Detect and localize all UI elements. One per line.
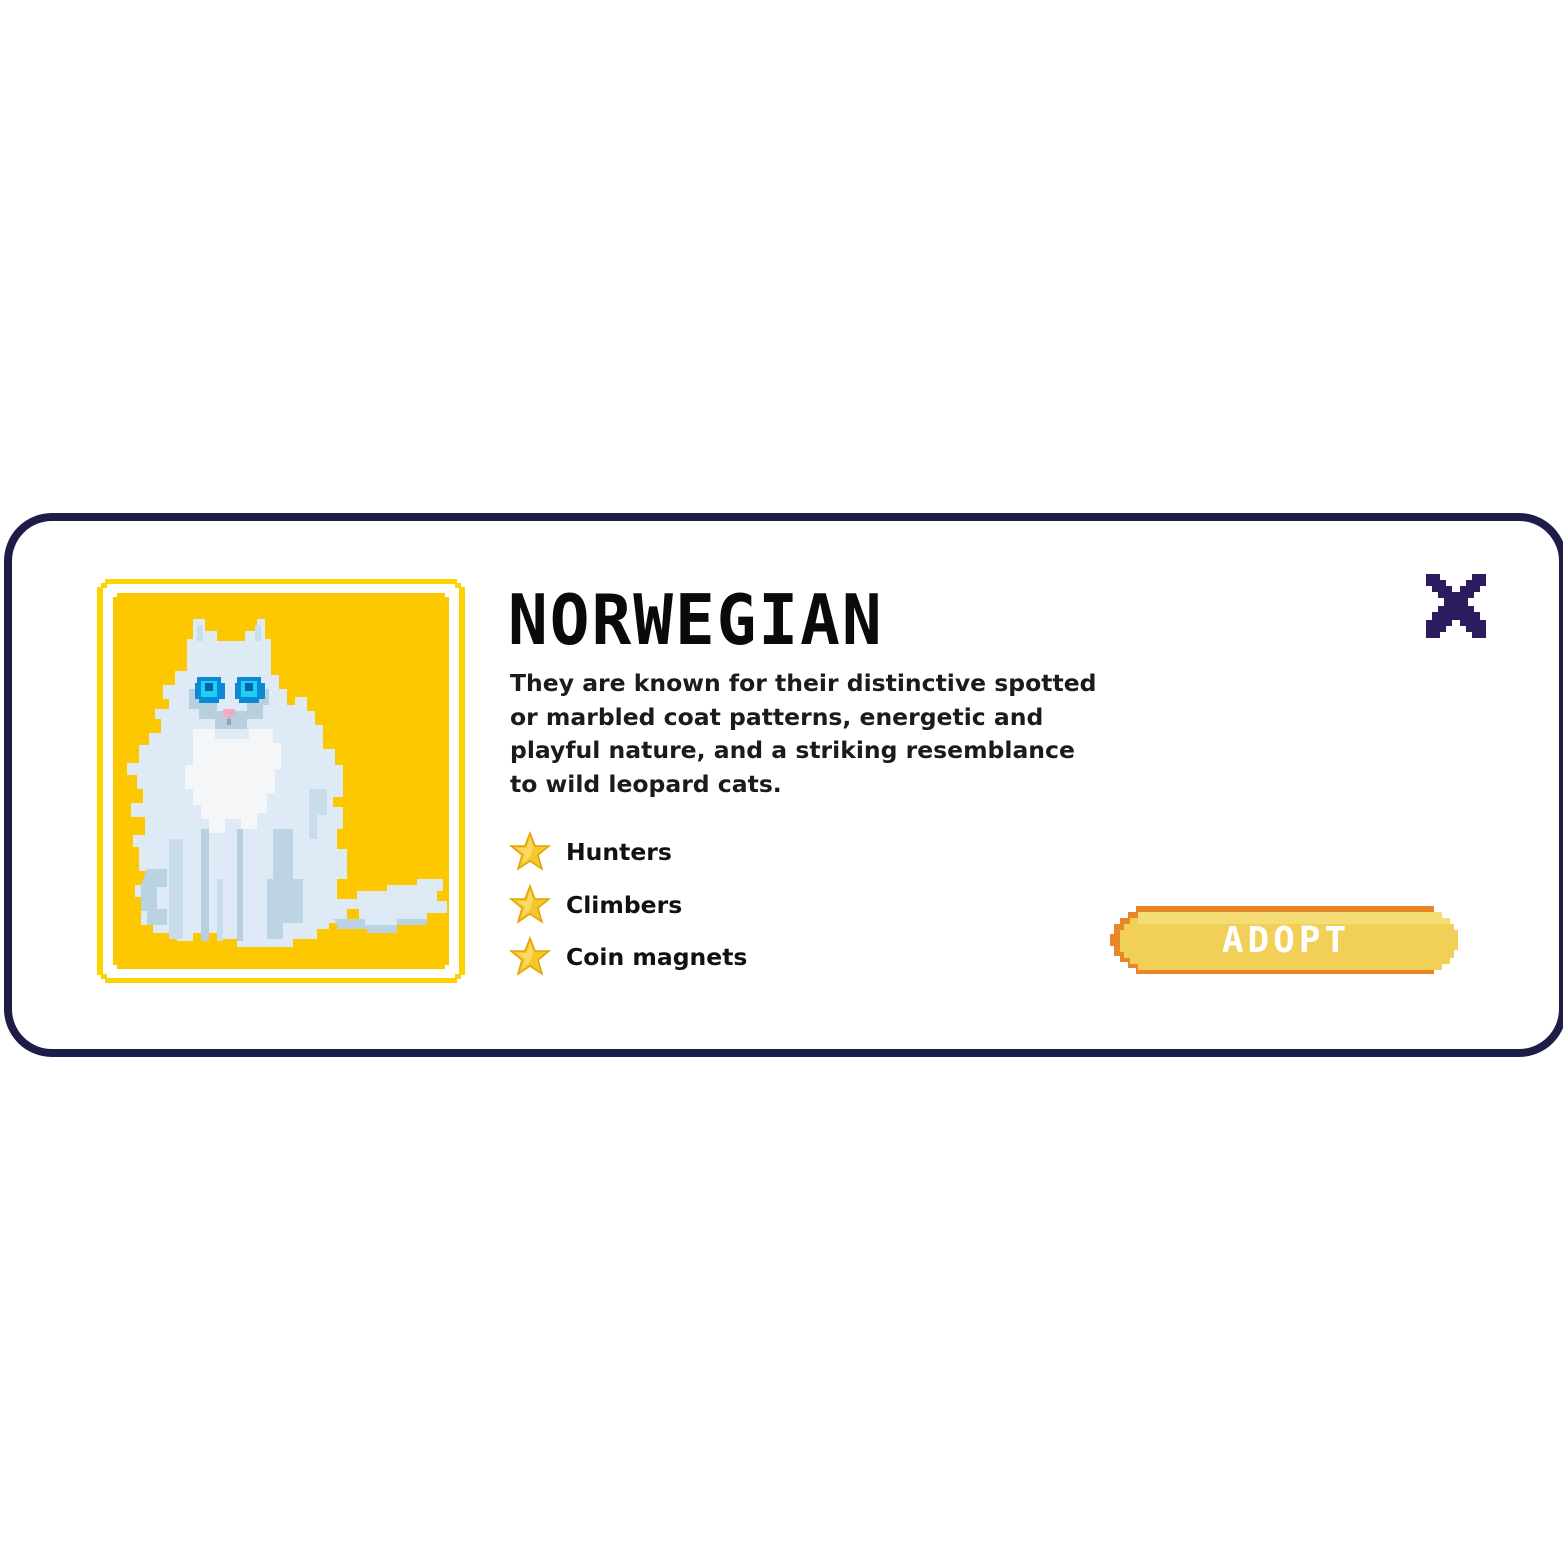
star-icon xyxy=(508,883,552,924)
trait-label: Coin magnets xyxy=(566,943,748,972)
cat-portrait xyxy=(97,579,465,983)
close-button[interactable] xyxy=(1424,572,1488,640)
adopt-label: ADOPT xyxy=(1221,920,1351,961)
trait-list: Hunters Climbers Coin magnets xyxy=(508,826,747,984)
trait-item: Coin magnets xyxy=(508,931,747,984)
trait-label: Climbers xyxy=(566,890,683,919)
trait-label: Hunters xyxy=(566,838,672,867)
trait-item: Climbers xyxy=(508,879,747,932)
breed-title: NORWEGIAN xyxy=(508,579,884,661)
close-icon xyxy=(1426,574,1486,638)
adopt-button[interactable]: ADOPT xyxy=(1110,906,1460,974)
breed-description: They are known for their distinctive spo… xyxy=(510,669,1097,798)
trait-item: Hunters xyxy=(508,826,747,879)
star-icon xyxy=(508,936,552,977)
star-icon xyxy=(508,831,552,872)
